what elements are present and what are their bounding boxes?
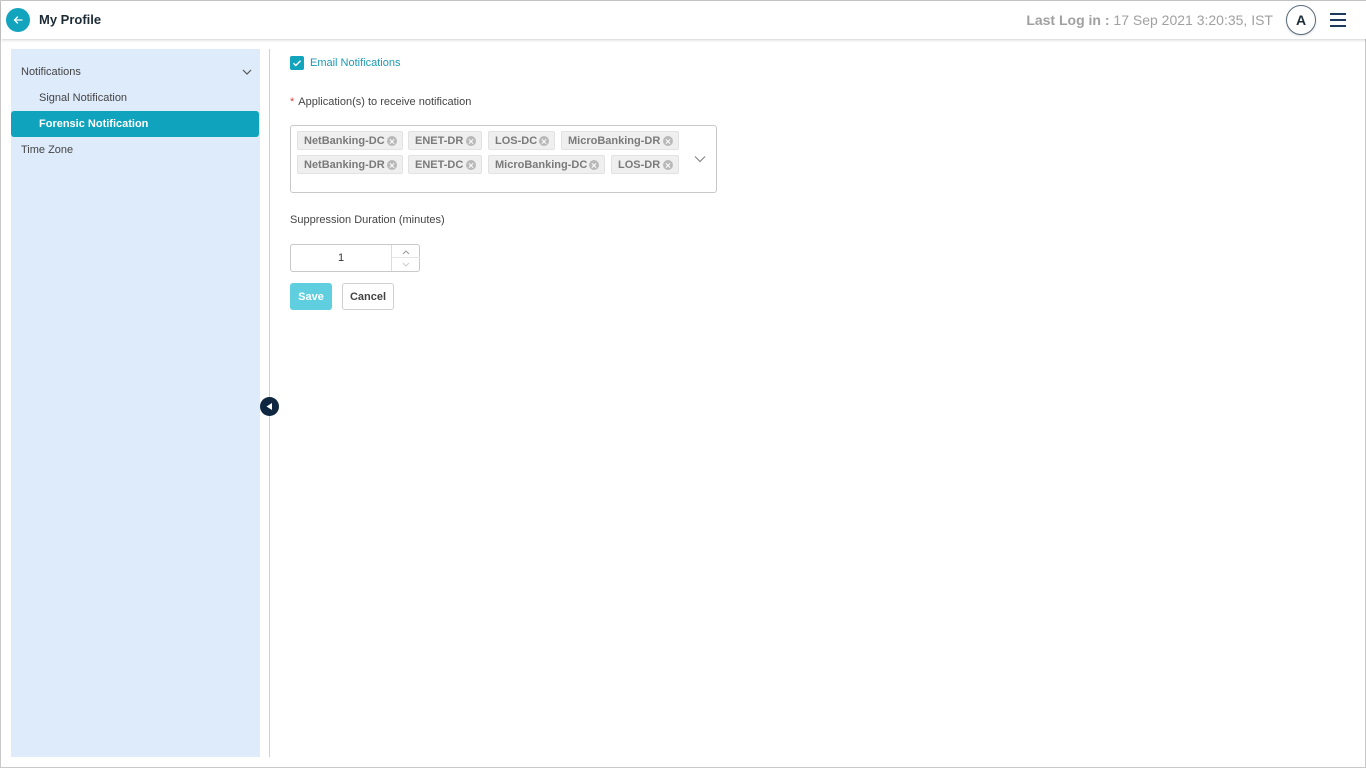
stepper-down-button[interactable] (392, 258, 420, 271)
chevron-down-icon[interactable] (241, 66, 253, 78)
arrow-left-icon (13, 16, 23, 24)
sidebar-item-time-zone[interactable]: Time Zone (21, 144, 73, 156)
stepper-controls (391, 245, 420, 271)
app-chip: NetBanking-DC (297, 131, 403, 150)
sidebar-group-notifications[interactable]: Notifications (21, 66, 81, 78)
chip-remove-icon[interactable] (663, 160, 673, 170)
chip-remove-icon[interactable] (387, 136, 397, 146)
checkmark-icon (293, 60, 301, 67)
hamburger-icon (1330, 13, 1346, 15)
page-title: My Profile (39, 12, 102, 27)
last-login-label: Last Log in : (1026, 12, 1110, 28)
app-chip: MicroBanking-DR (561, 131, 679, 150)
sidebar-collapse-button[interactable] (260, 397, 279, 416)
hamburger-menu-button[interactable] (1327, 9, 1349, 31)
chip-remove-icon[interactable] (466, 136, 476, 146)
avatar[interactable]: A (1286, 5, 1316, 35)
sidebar: Notifications Signal Notification Forens… (11, 49, 260, 757)
chevron-up-icon (402, 250, 410, 255)
app-frame: My Profile Last Log in : 17 Sep 2021 3:2… (0, 0, 1366, 768)
app-chip: LOS-DR (611, 155, 679, 174)
app-chip: NetBanking-DR (297, 155, 403, 174)
cancel-button[interactable]: Cancel (342, 283, 394, 310)
sidebar-item-signal-notification[interactable]: Signal Notification (11, 85, 259, 111)
required-mark: * (290, 96, 295, 108)
app-chip: ENET-DR (408, 131, 482, 150)
applications-multiselect[interactable]: NetBanking-DC ENET-DR LOS-DC MicroBankin… (290, 125, 717, 193)
chevron-down-icon[interactable] (693, 154, 707, 164)
email-notifications-row: Email Notifications (290, 56, 400, 70)
app-chip: ENET-DC (408, 155, 482, 174)
chip-remove-icon[interactable] (663, 136, 673, 146)
suppression-duration-value[interactable]: 1 (291, 245, 391, 271)
chevron-down-icon (402, 262, 410, 267)
back-button[interactable] (6, 8, 30, 32)
app-chip: LOS-DC (488, 131, 555, 150)
app-chip: MicroBanking-DC (488, 155, 605, 174)
last-login-value: 17 Sep 2021 3:20:35, IST (1113, 12, 1273, 28)
stepper-up-button[interactable] (392, 245, 420, 258)
suppression-duration-label: Suppression Duration (minutes) (290, 214, 445, 226)
sidebar-item-forensic-notification[interactable]: Forensic Notification (11, 111, 259, 137)
save-button[interactable]: Save (290, 283, 332, 310)
last-login-info: Last Log in : 17 Sep 2021 3:20:35, IST (1026, 12, 1273, 28)
top-header: My Profile Last Log in : 17 Sep 2021 3:2… (1, 1, 1366, 39)
chip-remove-icon[interactable] (466, 160, 476, 170)
email-notifications-label[interactable]: Email Notifications (310, 57, 400, 69)
chip-remove-icon[interactable] (539, 136, 549, 146)
chip-remove-icon[interactable] (387, 160, 397, 170)
chip-remove-icon[interactable] (589, 160, 599, 170)
suppression-duration-stepper[interactable]: 1 (290, 244, 420, 272)
applications-label: * Application(s) to receive notification (290, 96, 472, 108)
email-notifications-checkbox[interactable] (290, 56, 304, 70)
triangle-left-icon (266, 403, 272, 410)
